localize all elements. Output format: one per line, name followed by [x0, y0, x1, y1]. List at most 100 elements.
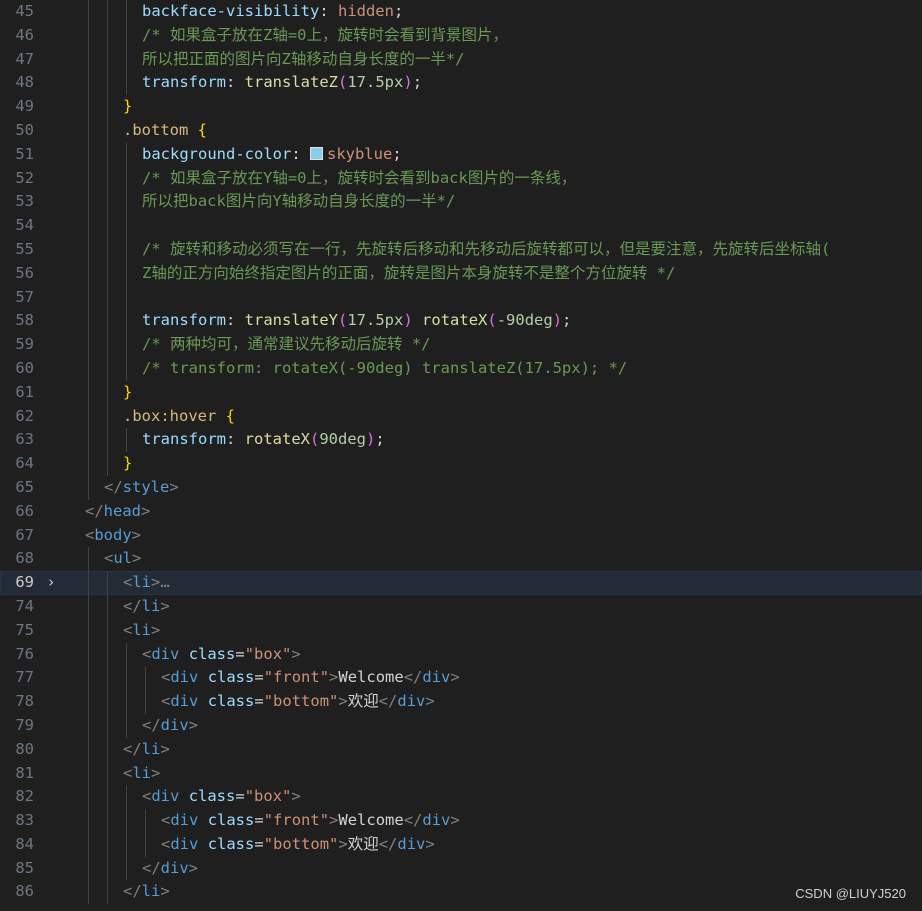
code-line[interactable]: 75 <li> [0, 618, 922, 643]
code-text: </li> [123, 595, 922, 619]
code-line[interactable]: 79 </div> [0, 713, 922, 738]
code-text: } [123, 452, 922, 476]
indent-guide [126, 237, 127, 262]
code-editor[interactable]: 45 backface-visibility: hidden; 46 /* 如果盒子放… [0, 0, 922, 911]
color-swatch-icon[interactable] [309, 146, 323, 160]
line-number: 61 [15, 382, 34, 401]
code-line[interactable]: 51 background-color: skyblue; [0, 142, 922, 167]
code-line[interactable]: 48 transform: translateZ(17.5px); [0, 71, 922, 96]
indent-guide [107, 166, 108, 191]
fold-chevron-icon[interactable]: › [44, 571, 58, 595]
indent-guide [126, 832, 127, 857]
line-number: 83 [15, 811, 34, 830]
token-plain: = [254, 834, 264, 853]
code-text: </div> [142, 857, 922, 881]
code-line[interactable]: 53 所以把back图片向Y轴移动自身长度的一半*/ [0, 190, 922, 215]
code-line[interactable]: 74 </li> [0, 594, 922, 619]
indent-guide [88, 761, 89, 786]
code-line[interactable]: 69 › <li>… [0, 571, 922, 595]
code-line[interactable]: 82 <div class="box"> [0, 785, 922, 810]
code-line[interactable]: 47 所以把正面的图片向Z轴移动自身长度的一半*/ [0, 47, 922, 72]
line-number: 84 [15, 834, 34, 853]
code-line[interactable]: 84 <div class="bottom">欢迎</div> [0, 832, 922, 857]
code-line[interactable]: 68 <ul> [0, 547, 922, 572]
line-number: 68 [15, 549, 34, 568]
token-plain: Welcome [338, 668, 404, 687]
indent-guide [107, 333, 108, 357]
code-line[interactable]: 85 </div> [0, 856, 922, 881]
code-line[interactable]: 66 </head> [0, 500, 922, 524]
code-line[interactable]: 55 /* 旋转和移动必须写在一行，先旋转后移动和先移动后旋转都可以，但是要注意，… [0, 237, 922, 262]
token-plain: ; [562, 311, 572, 330]
line-number: 79 [15, 715, 34, 734]
token-comment: 所以把back图片向Y轴移动自身长度的一半*/ [142, 192, 456, 211]
indent-guide [107, 571, 108, 595]
line-number: 53 [15, 192, 34, 211]
indent-guide [107, 856, 108, 881]
indent-guide [88, 428, 89, 453]
token-tagBracket: < [142, 644, 152, 663]
line-number: 78 [15, 692, 34, 711]
code-line[interactable]: 52 /* 如果盒子放在Y轴=0上，旋转时会看到back图片的一条线， [0, 166, 922, 191]
code-line[interactable]: 62 .box:hover { [0, 404, 922, 429]
code-text: .box:hover { [123, 405, 922, 429]
code-line[interactable]: 81 <li> [0, 761, 922, 786]
code-line[interactable]: 80 </li> [0, 737, 922, 762]
code-line[interactable]: 59 /* 两种均可，通常建议先移动后旋转 */ [0, 333, 922, 357]
code-line[interactable]: 61} [0, 380, 922, 405]
code-line[interactable]: 60 /* transform: rotateX(-90deg) translat… [0, 356, 922, 381]
indent-guide [88, 809, 89, 833]
code-line[interactable]: 46 /* 如果盒子放在Z轴=0上，旋转时会看到背景图片， [0, 23, 922, 48]
indent-guide [107, 71, 108, 96]
token-value: "bottom" [263, 834, 339, 853]
indent-guide [88, 571, 89, 595]
indent-guide [126, 809, 127, 833]
code-line[interactable]: 78 <div class="bottom">欢迎</div> [0, 690, 922, 714]
line-number: 65 [15, 477, 34, 496]
code-text: 所以把正面的图片向Z轴移动自身长度的一半*/ [142, 48, 922, 72]
token-plain: : [319, 2, 338, 20]
code-line[interactable]: 65 </style> [0, 475, 922, 500]
token-plain: ; [392, 144, 402, 163]
indent-guide [88, 23, 89, 48]
token-tagBracket: > [188, 858, 199, 877]
code-line[interactable]: 63 transform: rotateX(90deg); [0, 428, 922, 453]
token-plain: = [235, 644, 245, 663]
line-number: 60 [15, 358, 34, 377]
code-line[interactable]: 77 <div class="front">Welcome</div> [0, 666, 922, 691]
line-number: 45 [15, 2, 34, 20]
code-line[interactable]: 45 backface-visibility: hidden; [0, 0, 922, 24]
line-number: 80 [15, 739, 34, 758]
code-text: transform: translateZ(17.5px); [142, 71, 922, 95]
token-plain: = [254, 692, 264, 711]
code-line[interactable]: 57 [0, 285, 922, 310]
code-line[interactable]: 86 </li> [0, 880, 922, 905]
code-line[interactable]: 50 .bottom { [0, 118, 922, 143]
token-bracket2: ) [403, 73, 413, 92]
code-text: transform: rotateX(90deg); [142, 428, 922, 452]
code-line[interactable]: 54 [0, 214, 922, 238]
code-text: /* 如果盒子放在Z轴=0上，旋转时会看到背景图片， [142, 24, 922, 48]
code-text: <div class="bottom">欢迎</div> [161, 833, 922, 857]
code-line[interactable]: 58 transform: translateY(17.5px) rotateX(… [0, 309, 922, 334]
indent-guide [107, 428, 108, 453]
code-text: <li> [123, 762, 922, 786]
code-line[interactable]: 67 <body> [0, 524, 922, 548]
token-tagBracket: > [160, 739, 170, 758]
line-number: 76 [15, 644, 34, 663]
code-line[interactable]: 64} [0, 452, 922, 476]
line-number: 63 [15, 430, 34, 449]
code-line[interactable]: 49} [0, 95, 922, 119]
indent-guide [126, 23, 127, 48]
token-tagBracket: </ [123, 739, 142, 758]
code-line[interactable]: 83 <div class="front">Welcome</div> [0, 809, 922, 833]
indent-guide [88, 666, 89, 691]
token-tag: style [122, 477, 170, 496]
code-line[interactable]: 76 <div class="box"> [0, 642, 922, 667]
token-tagBracket: </ [85, 501, 104, 520]
code-line[interactable]: 56 Z轴的正方向始终指定图片的正面，旋转是图片本身旋转不是整个方位旋转 */ [0, 261, 922, 286]
token-plain: : [291, 144, 310, 163]
line-number: 58 [15, 311, 34, 330]
indent-guide [88, 713, 89, 738]
